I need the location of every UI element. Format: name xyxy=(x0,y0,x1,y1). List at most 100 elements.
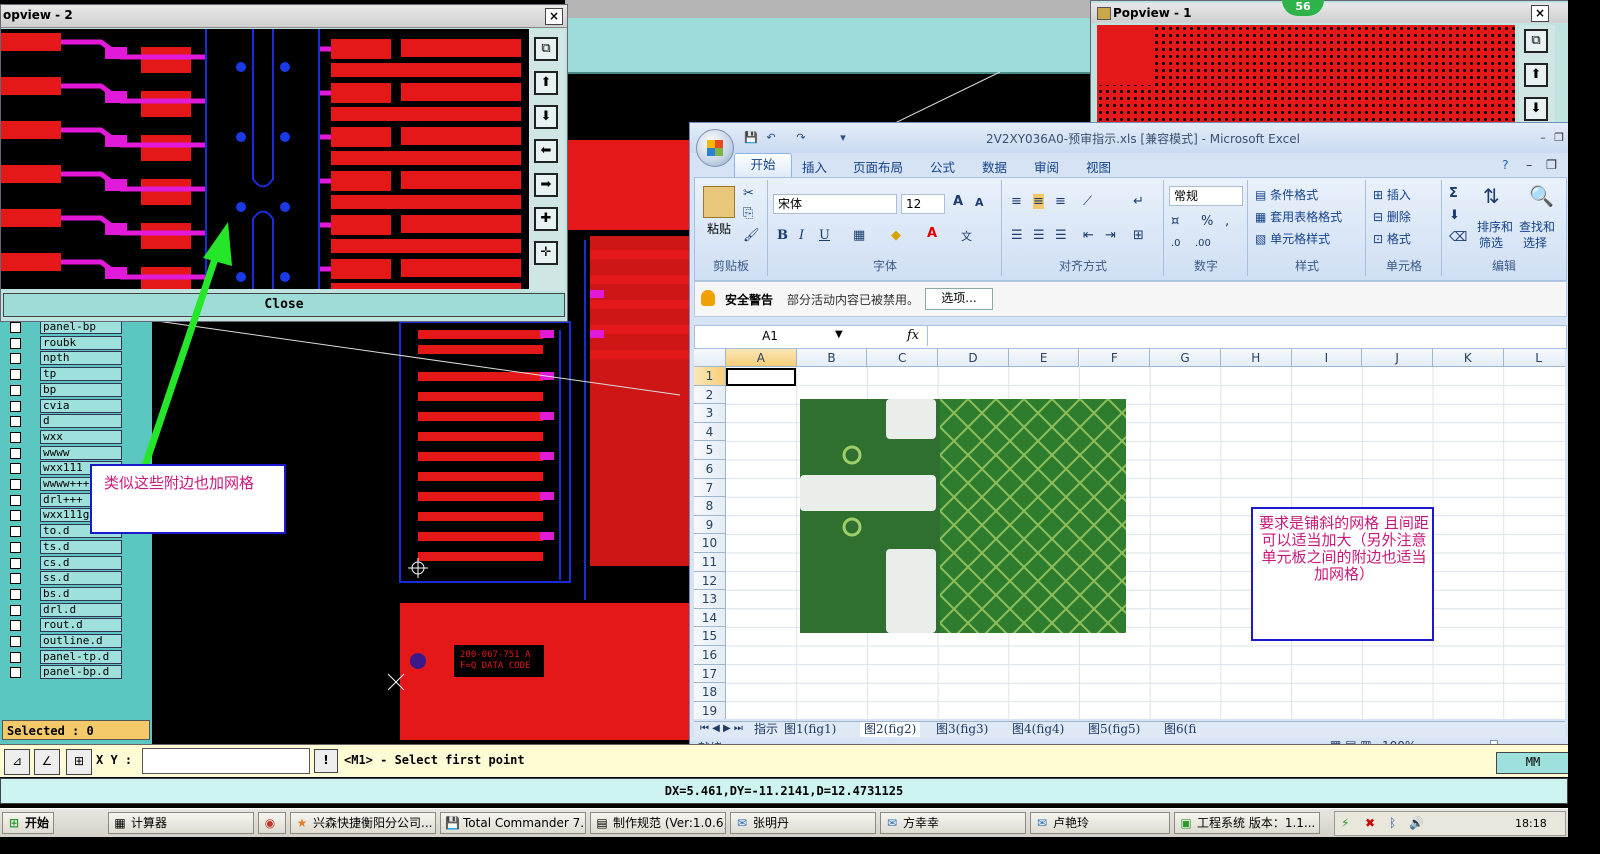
redo-icon[interactable]: ↷ xyxy=(794,132,808,144)
active-cell[interactable] xyxy=(726,368,796,386)
find-select-label-2[interactable]: 选择 xyxy=(1523,234,1547,251)
taskbar-item-chat-1[interactable]: ✉ 张明丹 xyxy=(730,812,876,834)
tray-icon-close[interactable]: ✖ xyxy=(1365,816,1375,830)
taskbar-item-chat-2[interactable]: ✉ 方幸幸 xyxy=(880,812,1026,834)
sheet-nav-icon[interactable]: ⏮ ◀ ▶ ⏭ xyxy=(700,723,743,734)
font-size-select[interactable]: 12 xyxy=(901,194,945,214)
zoom-fit-icon[interactable]: ⧉ xyxy=(1524,29,1548,53)
phonetic-icon[interactable]: 文 xyxy=(961,228,972,244)
delete-cells-button[interactable]: ⊟ 删除 xyxy=(1373,208,1411,225)
copy-icon[interactable]: ⎘ xyxy=(743,206,753,221)
taskbar-item-chat-3[interactable]: ✉ 卢艳玲 xyxy=(1030,812,1170,834)
taskbar-item-browser[interactable]: ◉ xyxy=(258,812,286,834)
tab-home[interactable]: 开始 xyxy=(734,153,792,178)
clear-icon[interactable]: ⌫ xyxy=(1449,230,1467,245)
start-button[interactable]: ⊞ 开始 xyxy=(2,812,54,834)
paste-icon[interactable] xyxy=(703,186,735,218)
borders-icon[interactable]: ▦ xyxy=(853,228,865,243)
tray-icon-network[interactable]: ⚡ xyxy=(1341,816,1349,830)
popview-1-canvas[interactable] xyxy=(1097,25,1515,125)
xy-input[interactable] xyxy=(142,748,310,774)
sheet-tab[interactable]: 指示 xyxy=(754,722,778,737)
sort-filter-label-1[interactable]: 排序和 xyxy=(1477,218,1513,235)
align-bottom-icon[interactable]: ≡ xyxy=(1055,194,1066,209)
fill-color-icon[interactable]: ◆ xyxy=(891,228,901,243)
taskbar-item-engineering[interactable]: ▣ 工程系统 版本：1.1... xyxy=(1174,812,1320,834)
find-select-label-1[interactable]: 查找和 xyxy=(1519,218,1555,235)
paste-label[interactable]: 粘贴 xyxy=(707,220,731,237)
format-painter-icon[interactable]: 🖌 xyxy=(743,228,760,243)
find-select-icon[interactable]: 🔍 xyxy=(1529,184,1554,208)
increase-decimal-icon[interactable]: .0 xyxy=(1171,238,1181,249)
underline-icon[interactable]: U xyxy=(819,228,830,243)
tray-icon-volume[interactable]: 🔊 xyxy=(1409,816,1424,830)
name-box[interactable]: A1 xyxy=(695,326,845,346)
increase-indent-icon[interactable]: ⇥ xyxy=(1105,228,1116,243)
save-icon[interactable]: 💾 xyxy=(744,132,758,144)
tab-view[interactable]: 视图 xyxy=(1086,157,1111,176)
number-format-select[interactable]: 常规 xyxy=(1169,186,1243,206)
options-button[interactable]: 选项... xyxy=(925,288,993,310)
ribbon-minimize-icon[interactable]: – xyxy=(1526,157,1532,172)
wrap-text-icon[interactable]: ↵ xyxy=(1133,194,1144,209)
tab-data[interactable]: 数据 xyxy=(982,157,1007,176)
popview-1-titlebar[interactable]: Popview - 1 × xyxy=(1091,3,1569,23)
format-cells-button[interactable]: ⊡ 格式 xyxy=(1373,230,1411,247)
currency-icon[interactable]: ¤ xyxy=(1171,214,1179,229)
taskbar-item-company[interactable]: ★ 兴森快捷衡阳分公司... xyxy=(290,812,436,834)
bold-icon[interactable]: B xyxy=(777,228,788,243)
help-icon[interactable]: ? xyxy=(1502,157,1509,172)
align-top-icon[interactable]: ≡ xyxy=(1011,194,1022,209)
taskbar-item-total-commander[interactable]: 💾Total Commander 7.0 ... xyxy=(440,812,586,834)
merge-center-icon[interactable]: ⊞ xyxy=(1133,228,1144,243)
alert-icon[interactable]: ! xyxy=(314,749,338,773)
pcb-photo-image[interactable] xyxy=(800,399,1126,633)
tab-page-layout[interactable]: 页面布局 xyxy=(853,157,903,176)
tab-formulas[interactable]: 公式 xyxy=(930,157,955,176)
fx-icon[interactable]: fx xyxy=(907,328,919,343)
grid-snap-icon[interactable]: ⊞ xyxy=(66,749,92,775)
formula-input[interactable] xyxy=(927,326,1566,346)
restore-icon[interactable]: ❐ xyxy=(1552,132,1566,144)
ribbon-restore-icon[interactable]: ❐ xyxy=(1546,157,1557,172)
cut-icon[interactable]: ✂ xyxy=(743,186,754,201)
align-right-icon[interactable]: ☰ xyxy=(1055,228,1067,243)
percent-icon[interactable]: % xyxy=(1201,214,1213,229)
comma-icon[interactable]: , xyxy=(1225,214,1229,229)
sort-filter-icon[interactable]: ⇅ xyxy=(1483,184,1500,208)
undo-icon[interactable]: ↶ xyxy=(764,132,778,144)
font-color-icon[interactable]: A xyxy=(927,226,937,241)
shrink-font-icon[interactable]: A xyxy=(975,196,984,209)
taskbar-item-calculator[interactable]: ▦ 计算器 xyxy=(108,812,254,834)
taskbar-item-spec[interactable]: ▤ 制作规范 (Ver:1.0.6) xyxy=(590,812,726,834)
tab-insert[interactable]: 插入 xyxy=(802,157,827,176)
insert-cells-button[interactable]: ⊞ 插入 xyxy=(1373,186,1411,203)
conditional-format-button[interactable]: ▤ 条件格式 xyxy=(1255,186,1318,203)
popview-1-close-icon[interactable]: × xyxy=(1531,5,1549,22)
decrease-decimal-icon[interactable]: .00 xyxy=(1195,238,1211,249)
angle-icon[interactable]: ∠ xyxy=(34,749,60,775)
align-center-icon[interactable]: ☰ xyxy=(1033,228,1045,243)
sheet-tab[interactable]: 图2(fig2) xyxy=(860,722,921,737)
align-middle-icon[interactable]: ≡ xyxy=(1033,194,1044,209)
pan-down-icon[interactable]: ⬇ xyxy=(1524,97,1548,121)
name-box-dropdown-icon[interactable]: ▼ xyxy=(835,329,843,340)
sheet-tab[interactable]: 图1(fig1) xyxy=(784,722,836,737)
align-left-icon[interactable]: ☰ xyxy=(1011,228,1023,243)
minimize-icon[interactable]: – xyxy=(1536,132,1550,144)
format-as-table-button[interactable]: ▦ 套用表格格式 xyxy=(1255,208,1342,225)
fill-icon[interactable]: ⬇ xyxy=(1449,208,1460,223)
pan-up-icon[interactable]: ⬆ xyxy=(1524,63,1548,87)
excel-titlebar[interactable]: 💾 ↶ ↷ ▾ 2V2XY036A0-预审指示.xls [兼容模式] - Mic… xyxy=(690,123,1569,153)
sheet-tab[interactable]: 图4(fig4) xyxy=(1012,722,1064,737)
sheet-tab[interactable]: 图5(fig5) xyxy=(1088,722,1140,737)
grow-font-icon[interactable]: A xyxy=(953,194,963,209)
cell-styles-button[interactable]: ▧ 单元格样式 xyxy=(1255,230,1330,247)
decrease-indent-icon[interactable]: ⇤ xyxy=(1083,228,1094,243)
units-indicator[interactable]: MM xyxy=(1496,752,1570,774)
measure-icon[interactable]: ⊿ xyxy=(4,749,30,775)
worksheet-grid[interactable]: A B C D E F G H I J K L 1 2 3 4 5 6 7 8 9 10 11 12 13 14 15 16 17 18 1… xyxy=(694,349,1565,719)
orientation-icon[interactable]: ⟋ xyxy=(1083,194,1092,209)
qat-menu-icon[interactable]: ▾ xyxy=(836,132,850,144)
autosum-icon[interactable]: Σ xyxy=(1449,186,1458,201)
